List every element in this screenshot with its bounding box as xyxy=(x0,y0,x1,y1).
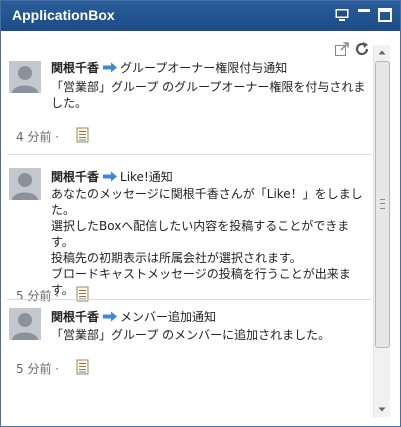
message-line: 選択したBoxへ配信したい内容を投稿することができます。 xyxy=(51,219,350,249)
arrow-right-icon xyxy=(103,62,118,73)
monitor-icon[interactable] xyxy=(335,8,349,22)
message-line: 投稿先の初期表示は所属会社が選択されます。 xyxy=(51,251,302,265)
user-name[interactable]: 関根千香 xyxy=(51,170,99,184)
scrollbar-thumb[interactable] xyxy=(375,61,390,348)
notification-message: あなたのメッセージに関根千香さんが「Like！」をしました。 選択したBoxへ配… xyxy=(51,186,369,298)
minimize-icon[interactable] xyxy=(357,8,371,22)
message-line: 「営業部」グループ のグループオーナー権限を付与されました。 xyxy=(51,80,366,110)
notification-type: メンバー追加通知 xyxy=(120,310,217,324)
memo-icon[interactable] xyxy=(76,359,90,375)
notification-header: 関根千香 Like!通知 xyxy=(51,168,173,185)
avatar[interactable] xyxy=(9,308,41,340)
message-line: あなたのメッセージに関根千香さんが「Like！」をしました。 xyxy=(51,187,363,217)
grip-icon xyxy=(380,199,385,209)
notification-list: 関根千香 グループオーナー権限付与通知 「営業部」グループ のグループオーナー権限… xyxy=(2,53,372,414)
user-name[interactable]: 関根千香 xyxy=(51,310,99,324)
user-name[interactable]: 関根千香 xyxy=(51,61,99,75)
arrow-right-icon xyxy=(103,311,118,322)
notification-type: Like!通知 xyxy=(120,170,173,184)
avatar[interactable] xyxy=(9,168,41,200)
scroll-down-arrow-icon[interactable] xyxy=(374,402,390,417)
notification-message: 「営業部」グループ のグループオーナー権限を付与されました。 xyxy=(51,79,369,111)
timestamp: 4 分前 · xyxy=(16,130,60,144)
timestamp: 5 分前 · xyxy=(16,362,60,376)
avatar[interactable] xyxy=(9,61,41,93)
notification-panel: 関根千香 グループオーナー権限付与通知 「営業部」グループ のグループオーナー権限… xyxy=(1,31,400,426)
window-title: ApplicationBox xyxy=(12,7,115,23)
notification-header: 関根千香 メンバー追加通知 xyxy=(51,308,216,325)
scroll-up-arrow-icon[interactable] xyxy=(374,45,390,60)
notification-header: 関根千香 グループオーナー権限付与通知 xyxy=(51,59,287,76)
application-box-window: ApplicationBox 関根千香 グループオーナー権限付与通知 「営業部」… xyxy=(0,0,401,427)
message-line: 「営業部」グループ のメンバーに追加されました。 xyxy=(51,328,331,342)
arrow-right-icon xyxy=(103,171,118,182)
vertical-scrollbar[interactable] xyxy=(373,45,390,417)
timestamp: 5 分前 · xyxy=(16,289,60,303)
maximize-icon[interactable] xyxy=(378,8,392,22)
notification-message: 「営業部」グループ のメンバーに追加されました。 xyxy=(51,327,369,343)
divider xyxy=(7,154,371,155)
message-line: ブロードキャストメッセージの投稿を行うことが出来ます。 xyxy=(51,267,351,297)
memo-icon[interactable] xyxy=(76,127,90,143)
divider xyxy=(7,299,371,300)
title-bar: ApplicationBox xyxy=(1,1,400,31)
notification-type: グループオーナー権限付与通知 xyxy=(120,61,288,75)
